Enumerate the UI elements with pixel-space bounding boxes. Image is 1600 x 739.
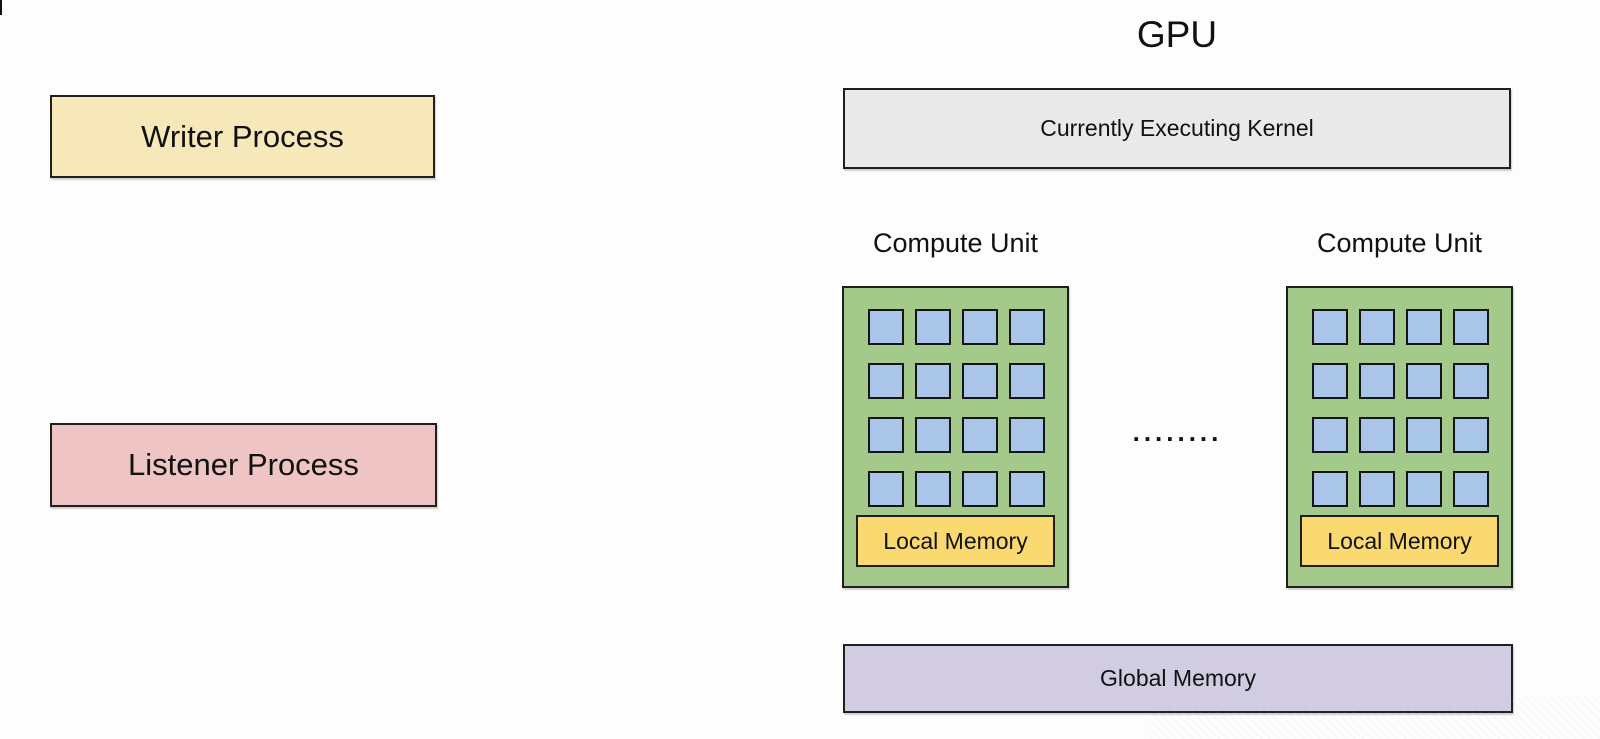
local-memory-label: Local Memory bbox=[883, 528, 1027, 555]
currently-executing-kernel-label: Currently Executing Kernel bbox=[1040, 115, 1314, 142]
ellipsis-dots: ........ bbox=[1069, 412, 1286, 452]
processing-element bbox=[962, 363, 998, 399]
local-memory-label: Local Memory bbox=[1327, 528, 1471, 555]
stray-mark bbox=[0, 0, 2, 15]
processing-element bbox=[962, 309, 998, 345]
processing-element bbox=[1406, 417, 1442, 453]
processing-element bbox=[1453, 309, 1489, 345]
currently-executing-kernel-box: Currently Executing Kernel bbox=[843, 88, 1511, 169]
local-memory-box: Local Memory bbox=[856, 515, 1055, 567]
processing-element bbox=[868, 363, 904, 399]
processing-element bbox=[1009, 363, 1045, 399]
processing-element bbox=[1312, 309, 1348, 345]
processing-element bbox=[915, 417, 951, 453]
compute-unit-box: Local Memory bbox=[1286, 286, 1513, 588]
processing-element bbox=[1406, 309, 1442, 345]
processing-element bbox=[1312, 363, 1348, 399]
processing-element bbox=[1453, 471, 1489, 507]
processing-element-grid bbox=[868, 309, 1045, 507]
processing-element bbox=[915, 363, 951, 399]
writer-process-label: Writer Process bbox=[141, 119, 344, 155]
gpu-architecture-diagram: Writer Process Listener Process GPU Curr… bbox=[0, 0, 1600, 739]
compute-unit-label: Compute Unit bbox=[1286, 228, 1513, 259]
processing-element bbox=[1009, 309, 1045, 345]
processing-element bbox=[1312, 417, 1348, 453]
processing-element bbox=[1359, 417, 1395, 453]
processing-element bbox=[1453, 363, 1489, 399]
processing-element bbox=[1009, 417, 1045, 453]
processing-element-grid bbox=[1312, 309, 1489, 507]
processing-element bbox=[962, 417, 998, 453]
processing-element bbox=[868, 309, 904, 345]
gpu-title: GPU bbox=[843, 14, 1511, 56]
local-memory-box: Local Memory bbox=[1300, 515, 1499, 567]
processing-element bbox=[1359, 363, 1395, 399]
processing-element bbox=[1359, 309, 1395, 345]
processing-element bbox=[915, 309, 951, 345]
processing-element bbox=[1359, 471, 1395, 507]
processing-element bbox=[1453, 417, 1489, 453]
global-memory-box: Global Memory bbox=[843, 644, 1513, 713]
listener-process-box: Listener Process bbox=[50, 423, 437, 507]
processing-element bbox=[915, 471, 951, 507]
processing-element bbox=[1406, 471, 1442, 507]
writer-process-box: Writer Process bbox=[50, 95, 435, 178]
processing-element bbox=[1406, 363, 1442, 399]
processing-element bbox=[868, 417, 904, 453]
listener-process-label: Listener Process bbox=[128, 447, 359, 483]
compute-unit-label: Compute Unit bbox=[842, 228, 1069, 259]
processing-element bbox=[1009, 471, 1045, 507]
processing-element bbox=[868, 471, 904, 507]
processing-element bbox=[1312, 471, 1348, 507]
compute-unit-box: Local Memory bbox=[842, 286, 1069, 588]
processing-element bbox=[962, 471, 998, 507]
global-memory-label: Global Memory bbox=[1100, 665, 1256, 692]
